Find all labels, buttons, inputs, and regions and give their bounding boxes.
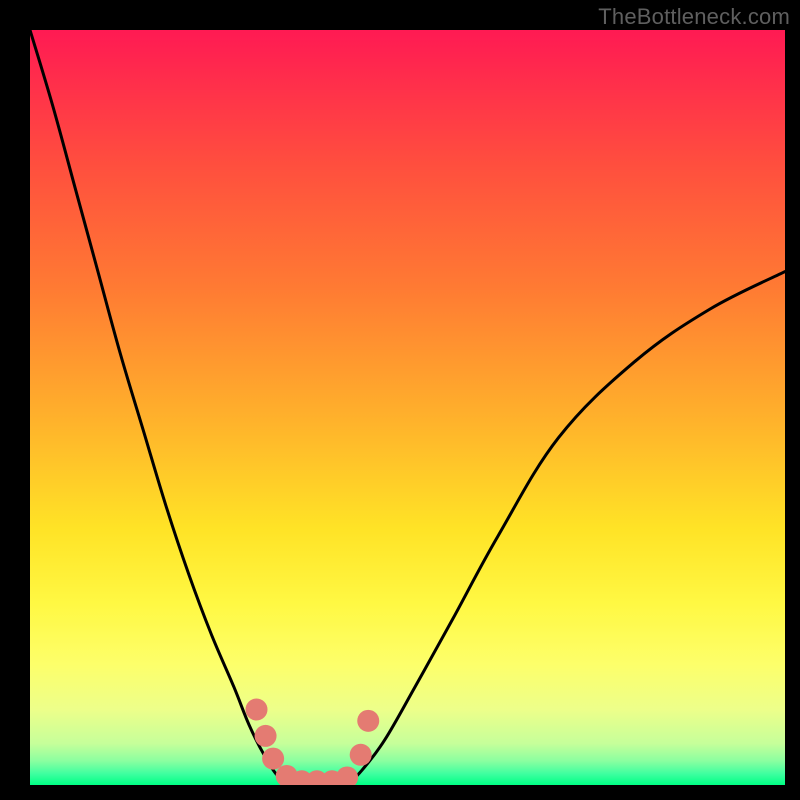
plot-svg bbox=[30, 30, 785, 785]
valley-marker bbox=[246, 699, 268, 721]
chart-root: TheBottleneck.com bbox=[0, 0, 800, 800]
valley-marker bbox=[255, 725, 277, 747]
valley-marker bbox=[350, 744, 372, 766]
valley-marker bbox=[262, 748, 284, 770]
plot-area bbox=[30, 30, 785, 785]
valley-marker bbox=[357, 710, 379, 732]
watermark-label: TheBottleneck.com bbox=[598, 4, 790, 30]
gradient-background bbox=[30, 30, 785, 785]
